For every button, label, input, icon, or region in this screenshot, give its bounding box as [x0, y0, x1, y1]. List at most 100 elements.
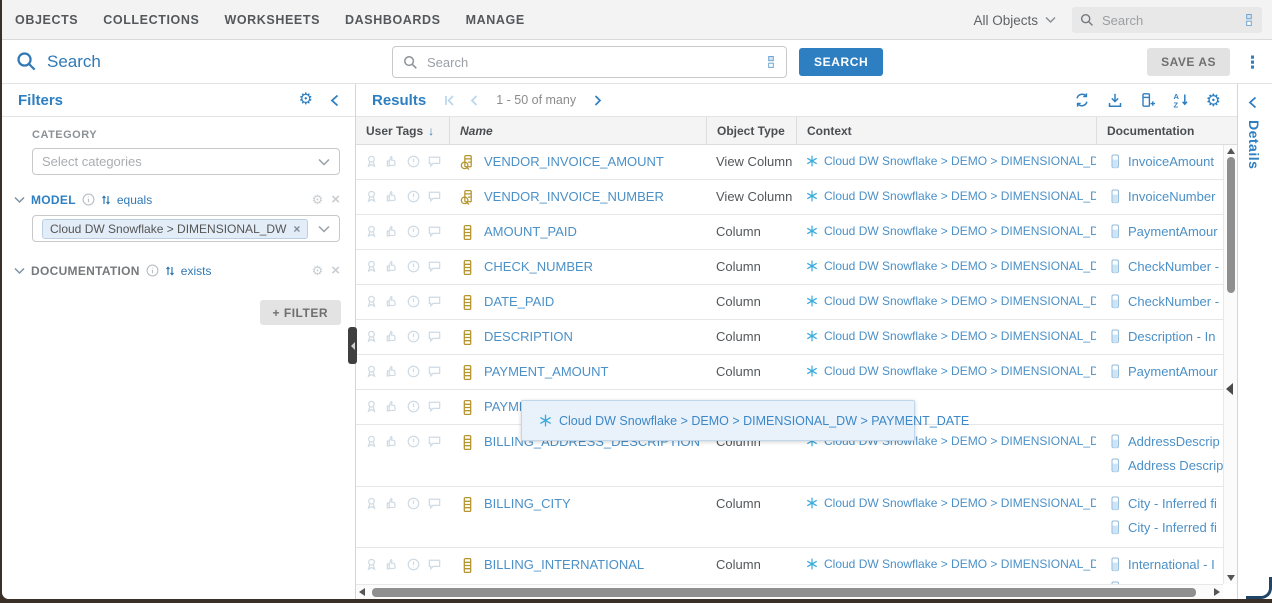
documentation-link[interactable]: Address Descrip: [1128, 458, 1223, 473]
scroll-down-arrow[interactable]: [1227, 575, 1235, 581]
nav-item-manage[interactable]: MANAGE: [466, 13, 525, 27]
endorse-ribbon-icon[interactable]: [364, 329, 379, 344]
prev-page-icon[interactable]: [468, 94, 481, 107]
documentation-link[interactable]: CheckNumber -: [1128, 259, 1219, 274]
horizontal-scrollbar-thumb[interactable]: [372, 588, 1196, 597]
endorse-ribbon-icon[interactable]: [364, 496, 379, 511]
thumbs-up-icon[interactable]: [385, 189, 400, 204]
column-header-object-type[interactable]: Object Type: [706, 117, 796, 144]
details-tab-label[interactable]: Details: [1246, 120, 1262, 169]
warning-circle-icon[interactable]: [406, 154, 421, 169]
documentation-operator[interactable]: exists: [181, 264, 212, 278]
global-search-box[interactable]: [1072, 7, 1262, 33]
thumbs-up-icon[interactable]: [385, 259, 400, 274]
context-breadcrumb-link[interactable]: Cloud DW Snowflake > DEMO > DIMENSIONAL_…: [824, 259, 1096, 273]
results-settings-gear-icon[interactable]: ⚙: [1206, 92, 1221, 109]
warning-circle-icon[interactable]: [406, 434, 421, 449]
warning-circle-icon[interactable]: [406, 329, 421, 344]
category-select[interactable]: Select categories: [32, 148, 340, 175]
info-icon[interactable]: [82, 193, 95, 206]
first-page-icon[interactable]: [443, 94, 456, 107]
endorse-ribbon-icon[interactable]: [364, 294, 379, 309]
thumbs-up-icon[interactable]: [385, 329, 400, 344]
section-chevron-down-icon[interactable]: [14, 267, 25, 275]
remove-filter-icon[interactable]: ×: [331, 263, 340, 278]
object-name-link[interactable]: VENDOR_INVOICE_AMOUNT: [484, 154, 664, 169]
endorse-ribbon-icon[interactable]: [364, 364, 379, 379]
warning-circle-icon[interactable]: [406, 224, 421, 239]
documentation-link[interactable]: City - Inferred fi: [1128, 496, 1217, 511]
warning-circle-icon[interactable]: [406, 259, 421, 274]
add-column-icon[interactable]: [1140, 92, 1156, 108]
scroll-right-arrow[interactable]: [1214, 588, 1220, 596]
vertical-scrollbar-thumb[interactable]: [1227, 157, 1235, 293]
comment-icon[interactable]: [427, 189, 442, 204]
filter-gear-icon[interactable]: ⚙: [312, 264, 324, 277]
thumbs-up-icon[interactable]: [385, 224, 400, 239]
remove-filter-icon[interactable]: ×: [331, 192, 340, 207]
warning-circle-icon[interactable]: [406, 399, 421, 414]
object-name-link[interactable]: BILLING_INTERNATIONAL: [484, 557, 644, 572]
global-search-input[interactable]: [1102, 13, 1236, 28]
thumbs-up-icon[interactable]: [385, 364, 400, 379]
documentation-link[interactable]: AddressDescrip: [1128, 434, 1220, 449]
context-breadcrumb-link[interactable]: Cloud DW Snowflake > DEMO > DIMENSIONAL_…: [824, 189, 1096, 203]
comment-icon[interactable]: [427, 224, 442, 239]
nav-item-collections[interactable]: COLLECTIONS: [103, 13, 199, 27]
comment-icon[interactable]: [427, 329, 442, 344]
panel-resize-handle[interactable]: [348, 327, 357, 364]
context-breadcrumb-link[interactable]: Cloud DW Snowflake > DEMO > DIMENSIONAL_…: [824, 224, 1096, 238]
vertical-scrollbar[interactable]: [1223, 145, 1237, 584]
details-resize-handle[interactable]: [1226, 383, 1233, 395]
context-breadcrumb-link[interactable]: Cloud DW Snowflake > DEMO > DIMENSIONAL_…: [824, 154, 1096, 168]
section-chevron-down-icon[interactable]: [14, 196, 25, 204]
comment-icon[interactable]: [427, 364, 442, 379]
refresh-icon[interactable]: [1074, 92, 1090, 108]
context-breadcrumb-link[interactable]: Cloud DW Snowflake > DEMO > DIMENSIONAL_…: [824, 364, 1096, 378]
filter-gear-icon[interactable]: ⚙: [312, 193, 324, 206]
thumbs-up-icon[interactable]: [385, 399, 400, 414]
main-search-box[interactable]: [392, 46, 787, 78]
horizontal-scrollbar[interactable]: [356, 584, 1223, 599]
thumbs-up-icon[interactable]: [385, 154, 400, 169]
comment-icon[interactable]: [427, 154, 442, 169]
documentation-link[interactable]: City - Inferred fi: [1128, 520, 1217, 535]
documentation-link[interactable]: PaymentAmour: [1128, 364, 1218, 379]
comment-icon[interactable]: [427, 434, 442, 449]
column-header-documentation[interactable]: Documentation: [1096, 117, 1237, 144]
object-name-link[interactable]: CHECK_NUMBER: [484, 259, 593, 274]
object-name-link[interactable]: PAYMENT_AMOUNT: [484, 364, 608, 379]
object-scope-dropdown[interactable]: All Objects: [973, 13, 1056, 28]
nav-item-dashboards[interactable]: DASHBOARDS: [345, 13, 441, 27]
comment-icon[interactable]: [427, 259, 442, 274]
context-breadcrumb-link[interactable]: Cloud DW Snowflake > DEMO > DIMENSIONAL_…: [824, 496, 1096, 510]
chip-close-icon[interactable]: ×: [293, 222, 300, 236]
search-button[interactable]: SEARCH: [799, 48, 883, 76]
add-filter-button[interactable]: + FILTER: [260, 300, 341, 325]
context-breadcrumb-link[interactable]: Cloud DW Snowflake > DEMO > DIMENSIONAL_…: [824, 294, 1096, 308]
warning-circle-icon[interactable]: [406, 189, 421, 204]
save-as-button[interactable]: SAVE AS: [1147, 48, 1230, 76]
endorse-ribbon-icon[interactable]: [364, 557, 379, 572]
endorse-ribbon-icon[interactable]: [364, 154, 379, 169]
model-select[interactable]: Cloud DW Snowflake > DIMENSIONAL_DW ×: [32, 215, 340, 242]
endorse-ribbon-icon[interactable]: [364, 224, 379, 239]
warning-circle-icon[interactable]: [406, 557, 421, 572]
comment-icon[interactable]: [427, 294, 442, 309]
object-name-link[interactable]: DATE_PAID: [484, 294, 554, 309]
object-name-link[interactable]: BILLING_CITY: [484, 496, 571, 511]
expand-details-chevron-icon[interactable]: [1248, 96, 1257, 109]
filters-settings-gear-icon[interactable]: ⚙: [299, 92, 313, 108]
documentation-link[interactable]: International - I: [1128, 557, 1215, 572]
overflow-menu-icon[interactable]: ⋮: [1244, 54, 1261, 71]
collapse-filters-chevron-icon[interactable]: [330, 94, 339, 107]
details-panel-collapsed[interactable]: Details: [1237, 84, 1272, 599]
comment-icon[interactable]: [427, 399, 442, 414]
context-breadcrumb-link[interactable]: Cloud DW Snowflake > DEMO > DIMENSIONAL_…: [824, 557, 1096, 571]
endorse-ribbon-icon[interactable]: [364, 189, 379, 204]
column-header-context[interactable]: Context: [796, 117, 1096, 144]
warning-circle-icon[interactable]: [406, 294, 421, 309]
info-icon[interactable]: [146, 264, 159, 277]
advanced-search-icon[interactable]: [766, 55, 776, 69]
next-page-icon[interactable]: [591, 94, 604, 107]
